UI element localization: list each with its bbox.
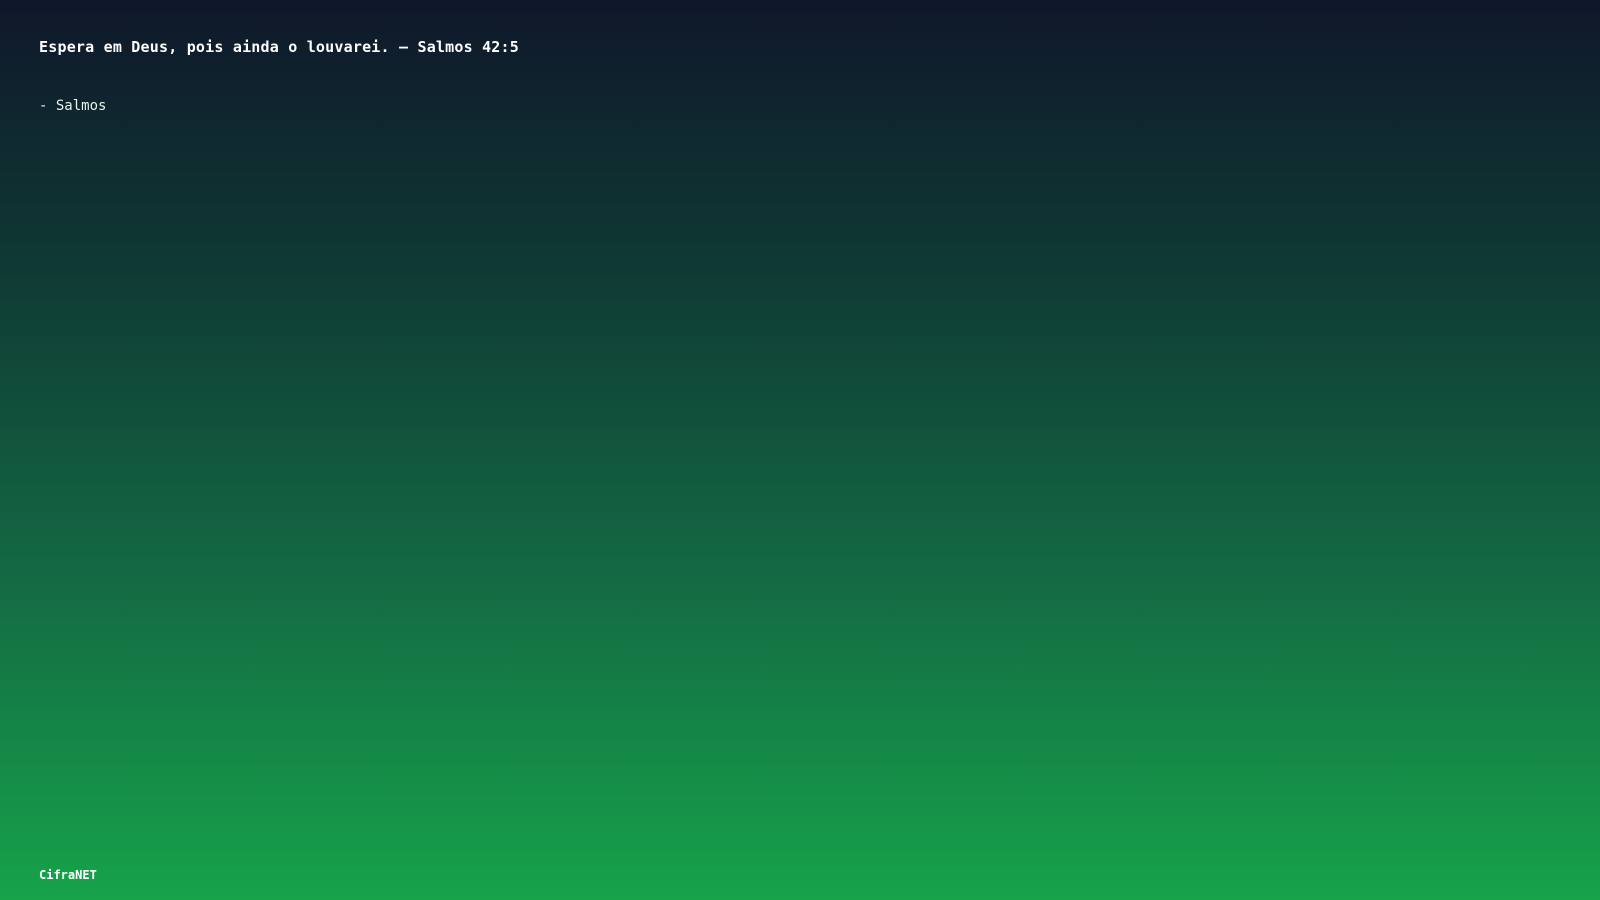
quote-attribution: - Salmos: [39, 98, 107, 114]
screensaver-background: Espera em Deus, pois ainda o louvarei. –…: [0, 0, 1600, 900]
quote-text: Espera em Deus, pois ainda o louvarei. –…: [39, 38, 519, 56]
brand-label: CifraNET: [39, 868, 97, 882]
